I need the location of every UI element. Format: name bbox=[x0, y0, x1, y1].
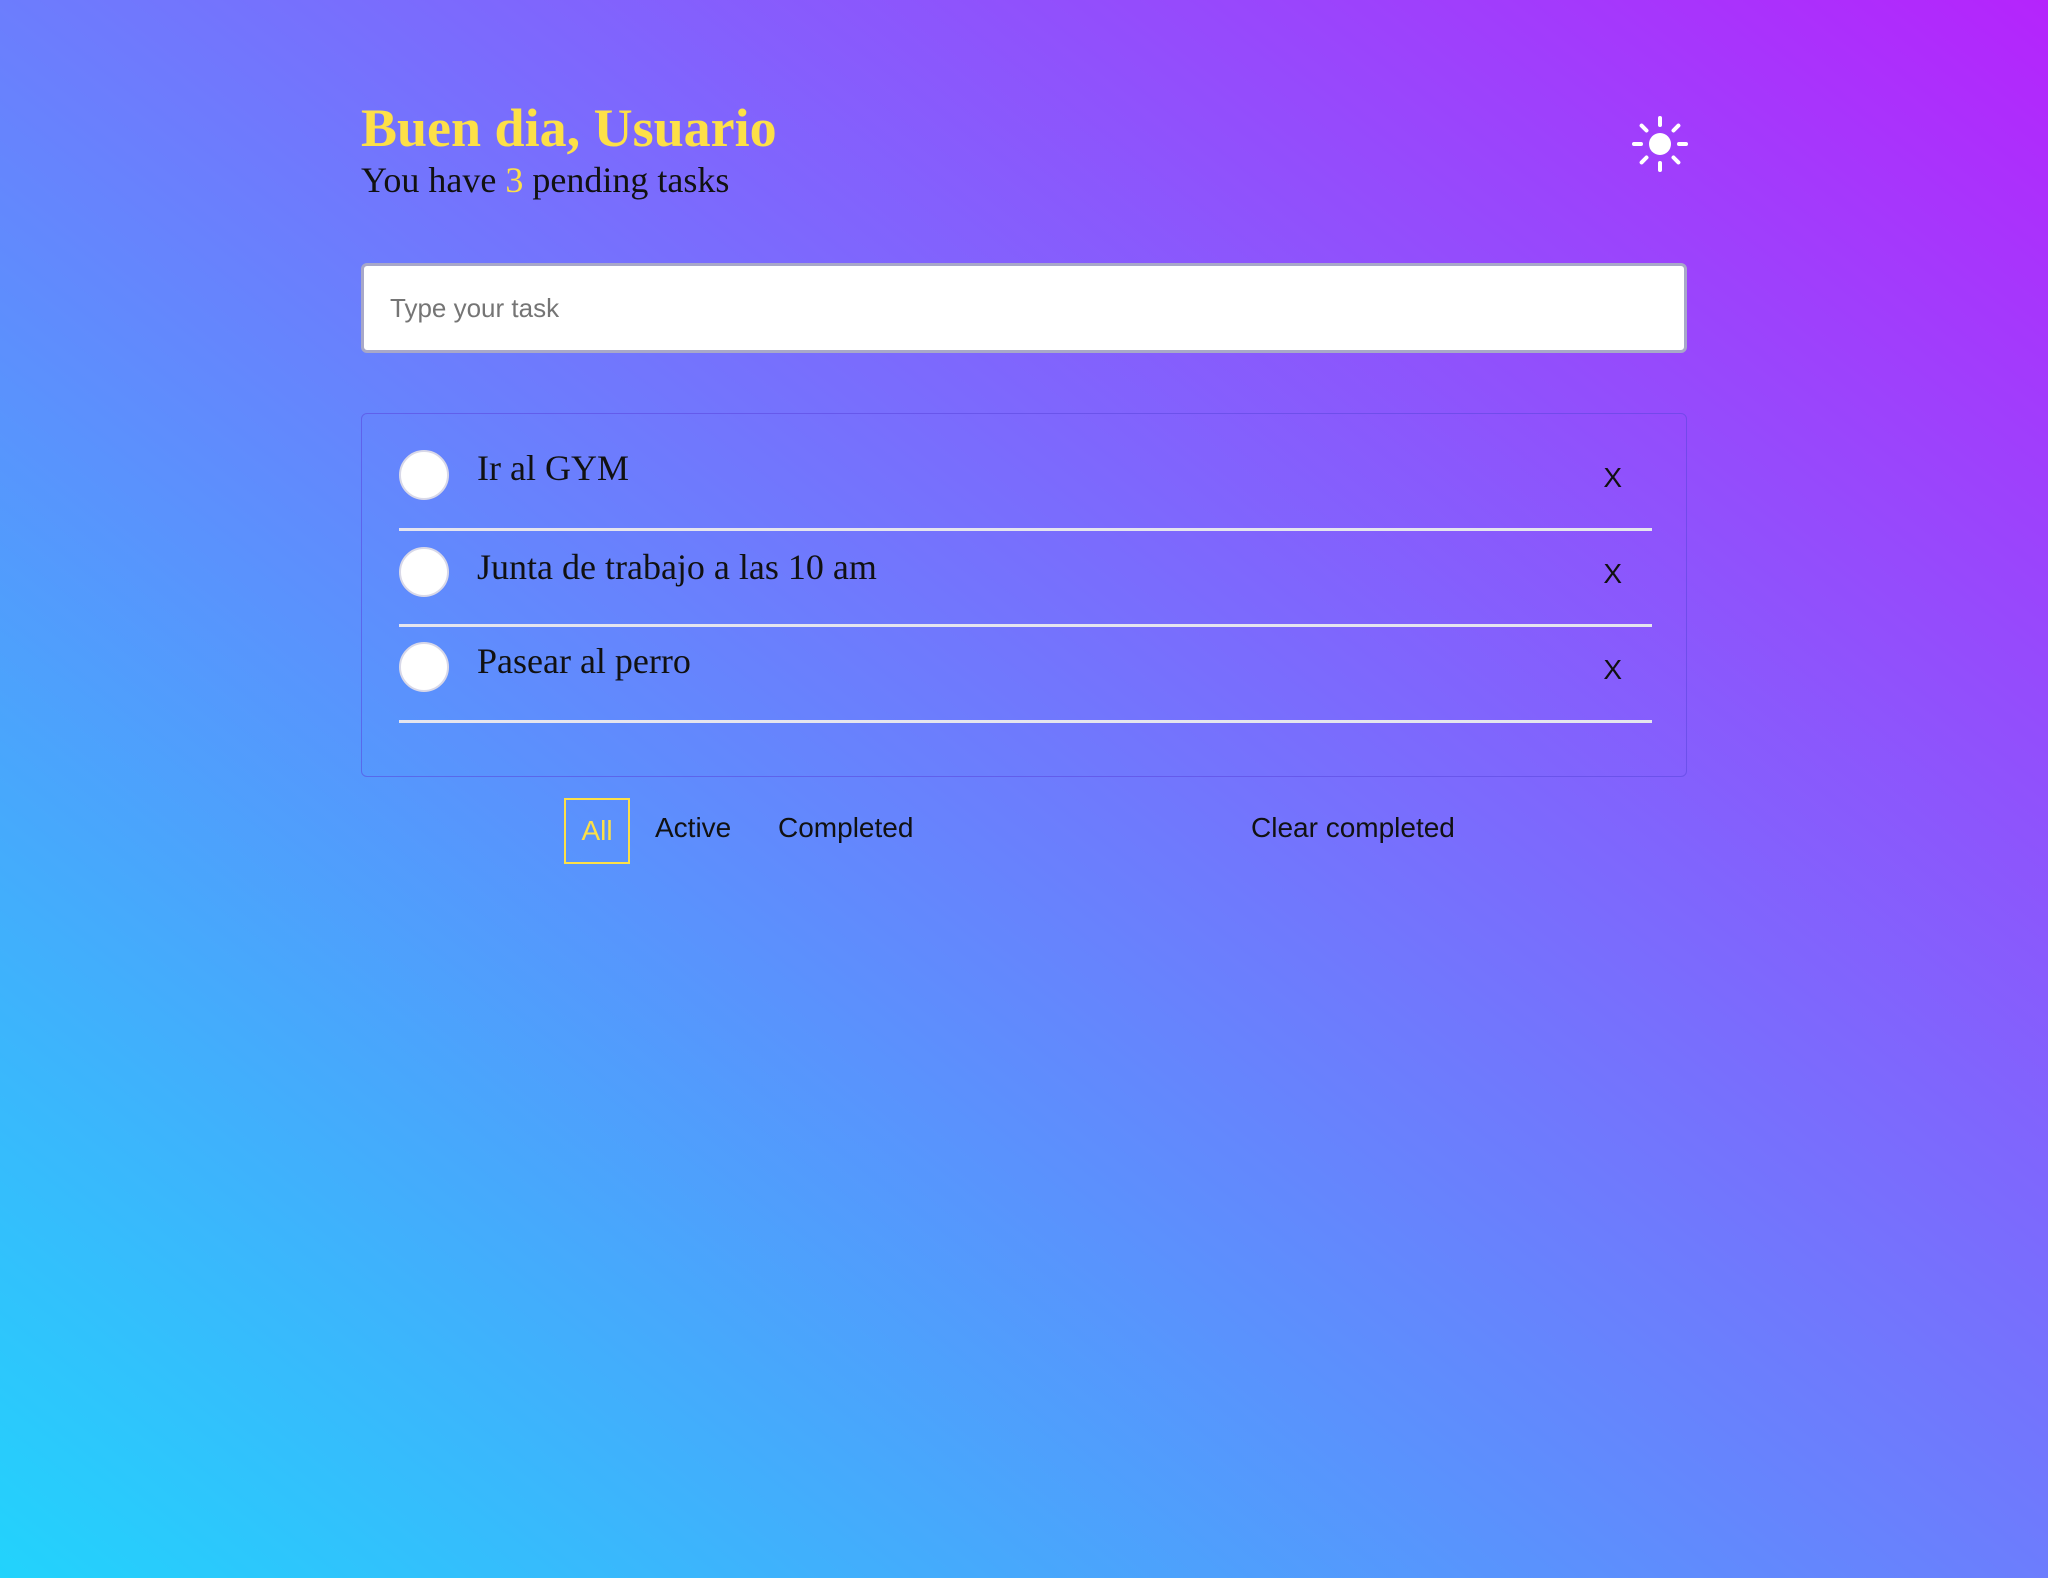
pending-suffix: pending tasks bbox=[523, 160, 730, 200]
greeting-title: Buen dia, Usuario bbox=[361, 98, 777, 158]
task-text: Junta de trabajo a las 10 am bbox=[477, 547, 877, 587]
task-text: Pasear al perro bbox=[477, 641, 691, 681]
pending-summary: You have 3 pending tasks bbox=[361, 156, 777, 204]
pending-prefix: You have bbox=[361, 160, 506, 200]
filter-all-button[interactable]: All bbox=[564, 798, 630, 864]
filter-completed-button[interactable]: Completed bbox=[778, 812, 913, 844]
task-item: Junta de trabajo a las 10 am X bbox=[399, 531, 1652, 627]
delete-task-button[interactable]: X bbox=[1603, 462, 1622, 494]
header: Buen dia, Usuario You have 3 pending tas… bbox=[361, 92, 777, 204]
task-list: Ir al GYM X Junta de trabajo a las 10 am… bbox=[361, 413, 1687, 777]
sun-icon bbox=[1632, 116, 1688, 172]
pending-count: 3 bbox=[505, 160, 524, 200]
task-complete-checkbox[interactable] bbox=[399, 642, 449, 692]
new-task-input[interactable] bbox=[361, 263, 1687, 353]
theme-toggle-button[interactable] bbox=[1632, 116, 1688, 172]
delete-task-button[interactable]: X bbox=[1603, 654, 1622, 686]
task-complete-checkbox[interactable] bbox=[399, 450, 449, 500]
task-complete-checkbox[interactable] bbox=[399, 547, 449, 597]
task-text: Ir al GYM bbox=[477, 448, 629, 488]
clear-completed-button[interactable]: Clear completed bbox=[1251, 812, 1455, 844]
filter-active-button[interactable]: Active bbox=[655, 812, 731, 844]
delete-task-button[interactable]: X bbox=[1603, 558, 1622, 590]
task-item: Pasear al perro X bbox=[399, 627, 1652, 723]
task-item: Ir al GYM X bbox=[399, 414, 1652, 531]
